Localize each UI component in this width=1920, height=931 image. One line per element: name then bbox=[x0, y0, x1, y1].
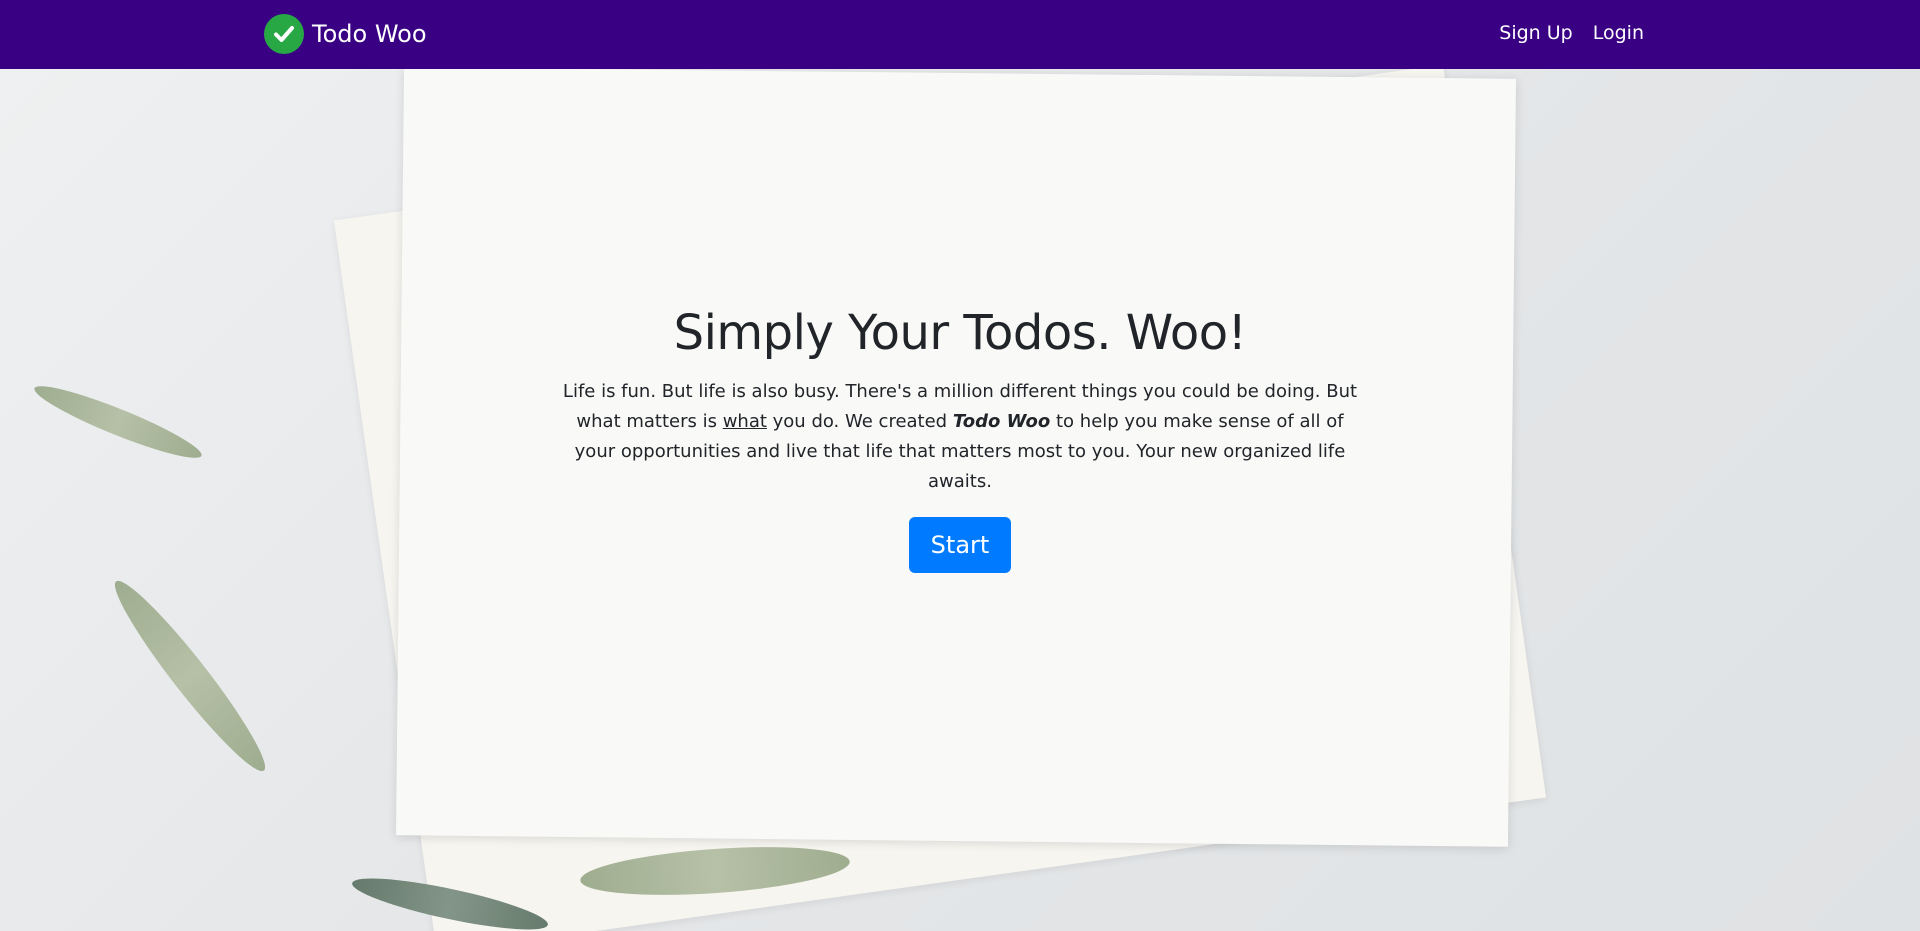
brand-name: Todo Woo bbox=[312, 20, 427, 48]
top-navbar: Todo Woo Sign Up Login bbox=[0, 0, 1920, 69]
hero-text-emphasis: what bbox=[722, 411, 767, 432]
check-circle-icon bbox=[264, 14, 304, 54]
hero-section: Simply Your Todos. Woo! Life is fun. But… bbox=[540, 305, 1380, 573]
signup-link[interactable]: Sign Up bbox=[1499, 22, 1572, 44]
start-button[interactable]: Start bbox=[908, 517, 1012, 573]
page-title: Simply Your Todos. Woo! bbox=[673, 305, 1247, 361]
nav-links: Sign Up Login bbox=[1499, 22, 1644, 44]
leaf-decoration bbox=[29, 376, 207, 468]
leaf-decoration bbox=[102, 570, 278, 782]
hero-text-part: you do. We created bbox=[766, 411, 953, 432]
login-link[interactable]: Login bbox=[1593, 22, 1644, 44]
hero-description: Life is fun. But life is also busy. Ther… bbox=[560, 377, 1360, 497]
brand-link[interactable]: Todo Woo bbox=[264, 14, 427, 54]
hero-text-brand: Todo Woo bbox=[952, 411, 1051, 432]
